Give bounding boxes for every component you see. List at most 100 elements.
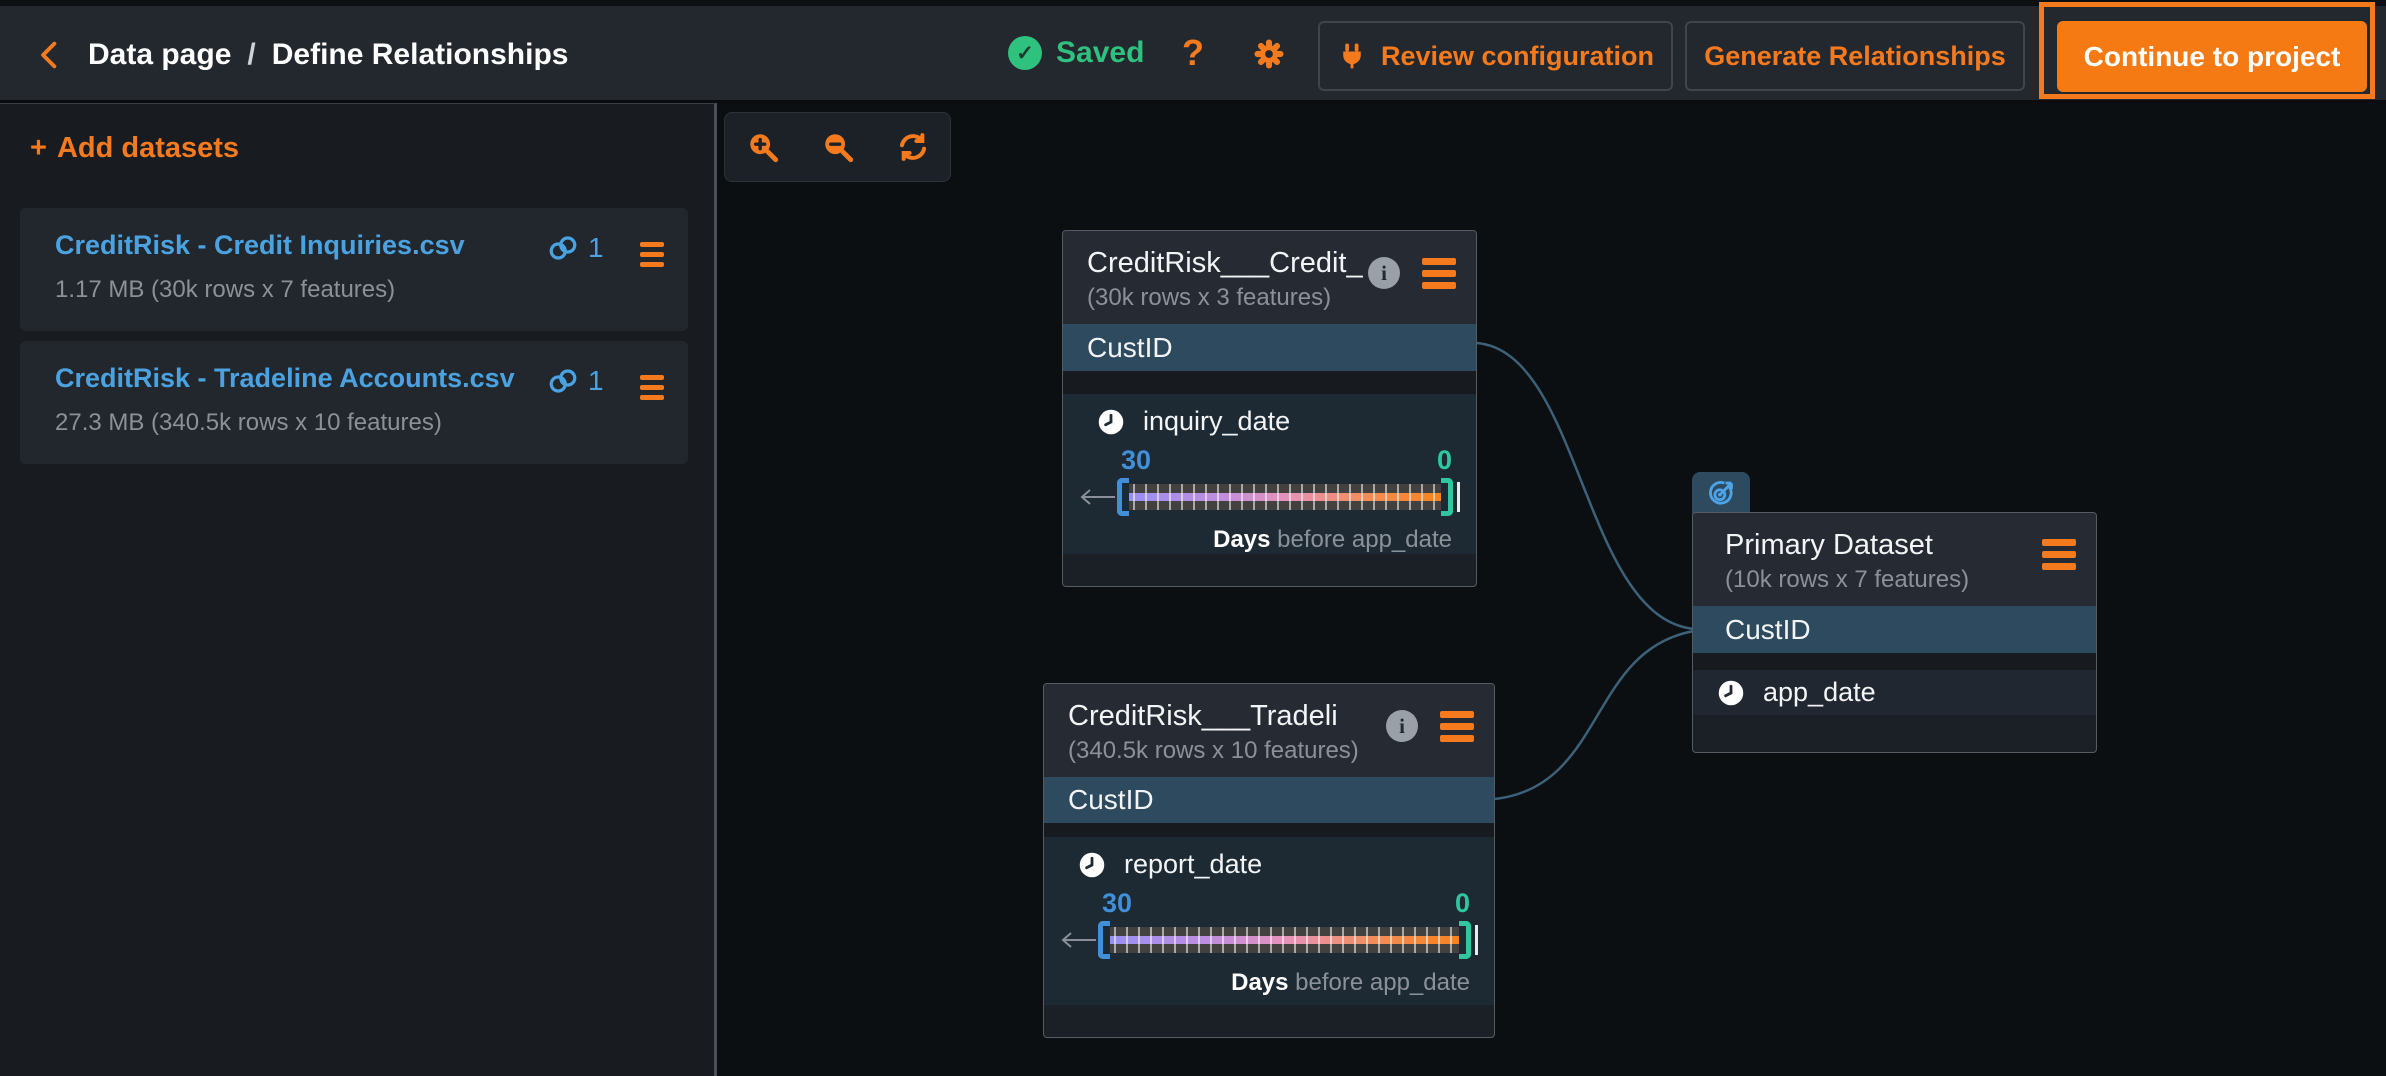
window-suffix: before app_date: [1277, 526, 1452, 553]
window-start-value: 30: [1102, 888, 1132, 919]
refresh-icon[interactable]: [896, 130, 930, 164]
clock-icon: [1097, 408, 1125, 436]
dataset-card-tradeline-accounts[interactable]: CreditRisk - Tradeline Accounts.csv 27.3…: [20, 341, 688, 464]
save-status: ✓ Saved: [1008, 36, 1144, 70]
node-tradeline-accounts[interactable]: CreditRisk___Tradeli (340.5k rows x 10 f…: [1043, 683, 1495, 1038]
window-suffix: before app_date: [1295, 969, 1470, 996]
add-datasets-button[interactable]: + Add datasets: [30, 132, 239, 165]
dataset-card-credit-inquiries[interactable]: CreditRisk - Credit Inquiries.csv 1.17 M…: [20, 208, 688, 331]
join-key-row[interactable]: CustID: [1693, 606, 2096, 653]
breadcrumb-separator: /: [247, 38, 255, 72]
dataset-menu-icon[interactable]: [640, 242, 664, 267]
slider-end-cap: [1475, 925, 1478, 955]
node-footer: [1044, 1005, 1494, 1037]
node-menu-icon[interactable]: [1440, 711, 1474, 742]
time-window-slider: [1058, 921, 1478, 959]
node-subtitle: (10k rows x 7 features): [1725, 566, 2076, 594]
breadcrumb-section[interactable]: Data page: [88, 38, 231, 72]
node-footer: [1063, 554, 1476, 586]
info-icon[interactable]: i: [1368, 257, 1400, 289]
plug-icon: [1337, 41, 1367, 71]
node-menu-icon[interactable]: [1422, 258, 1456, 289]
slider-start-handle[interactable]: [1098, 921, 1110, 959]
node-gap: [1693, 653, 2096, 670]
target-icon: [1704, 476, 1738, 510]
node-header: Primary Dataset (10k rows x 7 features): [1693, 513, 2096, 606]
window-caption: Days before app_date: [1058, 969, 1470, 997]
node-gap: [1063, 371, 1476, 394]
back-chevron-icon[interactable]: [34, 38, 68, 72]
join-key-label: CustID: [1725, 614, 1811, 646]
slider-end-handle[interactable]: [1459, 921, 1471, 959]
help-icon[interactable]: ?: [1182, 32, 1204, 74]
page-title: Define Relationships: [272, 38, 569, 72]
datasets-sidebar: + Add datasets CreditRisk - Credit Inqui…: [0, 103, 717, 1076]
node-footer: [1693, 715, 2096, 752]
review-configuration-button[interactable]: Review configuration: [1318, 21, 1673, 91]
plus-icon: +: [30, 132, 47, 165]
zoom-out-icon[interactable]: [821, 130, 855, 164]
window-end-value: 0: [1437, 445, 1452, 476]
date-field-label: report_date: [1124, 849, 1262, 880]
date-field-label: inquiry_date: [1143, 406, 1290, 437]
continue-to-project-label: Continue to project: [2084, 41, 2341, 73]
dataset-meta: 1.17 MB (30k rows x 7 features): [55, 276, 395, 304]
node-gap: [1044, 823, 1494, 837]
node-title: Primary Dataset: [1725, 529, 2076, 562]
define-relationships-page: Data page / Define Relationships ✓ Saved…: [0, 0, 2386, 1076]
link-count-badge: 1: [548, 365, 604, 397]
window-end-value: 0: [1455, 888, 1470, 919]
time-window-slider: [1077, 478, 1460, 516]
chain-link-icon: [548, 234, 578, 262]
link-count-badge: 1: [548, 232, 604, 264]
generate-relationships-button[interactable]: Generate Relationships: [1685, 21, 2025, 91]
dataset-menu-icon[interactable]: [640, 375, 664, 400]
clock-icon: [1717, 679, 1745, 707]
review-configuration-label: Review configuration: [1381, 41, 1654, 72]
time-window-section: inquiry_date 30 0 Days before app_date: [1063, 394, 1476, 554]
join-key-label: CustID: [1087, 332, 1173, 364]
top-header: Data page / Define Relationships ✓ Saved…: [0, 0, 2386, 103]
dataset-name-link[interactable]: CreditRisk - Credit Inquiries.csv: [55, 230, 465, 261]
join-key-label: CustID: [1068, 784, 1154, 816]
node-menu-icon[interactable]: [2042, 539, 2076, 570]
arrow-left-icon: [1077, 485, 1117, 509]
dataset-name-link[interactable]: CreditRisk - Tradeline Accounts.csv: [55, 363, 515, 394]
window-caption: Days before app_date: [1077, 526, 1452, 554]
arrow-left-icon: [1058, 928, 1098, 952]
check-circle-icon: ✓: [1008, 36, 1042, 70]
gear-icon[interactable]: [1253, 38, 1285, 75]
slider-start-handle[interactable]: [1117, 478, 1129, 516]
window-unit: Days: [1231, 969, 1288, 996]
save-status-label: Saved: [1056, 36, 1144, 70]
date-field-label: app_date: [1763, 677, 1876, 708]
time-window-section: report_date 30 0 Days before app_date: [1044, 837, 1494, 1005]
link-count: 1: [588, 365, 604, 397]
zoom-in-icon[interactable]: [746, 130, 780, 164]
node-header: CreditRisk___Credit_ (30k rows x 3 featu…: [1063, 231, 1476, 324]
clock-icon: [1078, 851, 1106, 879]
slider-track: [1110, 927, 1459, 953]
info-icon[interactable]: i: [1386, 710, 1418, 742]
canvas-toolbar: [724, 112, 951, 182]
window-start-value: 30: [1121, 445, 1151, 476]
continue-to-project-button[interactable]: Continue to project: [2057, 21, 2367, 92]
link-count: 1: [588, 232, 604, 264]
breadcrumb: Data page / Define Relationships: [88, 38, 568, 72]
continue-highlight-box: Continue to project: [2039, 2, 2375, 99]
slider-end-cap: [1457, 482, 1460, 512]
chain-link-icon: [548, 367, 578, 395]
date-feature-row[interactable]: app_date: [1693, 670, 2096, 715]
node-credit-inquiries[interactable]: CreditRisk___Credit_ (30k rows x 3 featu…: [1062, 230, 1477, 587]
node-primary-dataset[interactable]: Primary Dataset (10k rows x 7 features) …: [1692, 512, 2097, 753]
slider-end-handle[interactable]: [1441, 478, 1453, 516]
add-datasets-label: Add datasets: [57, 132, 239, 165]
window-unit: Days: [1213, 526, 1270, 553]
join-key-row[interactable]: CustID: [1044, 777, 1494, 823]
node-header: CreditRisk___Tradeli (340.5k rows x 10 f…: [1044, 684, 1494, 777]
generate-relationships-label: Generate Relationships: [1704, 41, 2006, 72]
slider-track: [1129, 484, 1441, 510]
join-key-row[interactable]: CustID: [1063, 324, 1476, 371]
dataset-meta: 27.3 MB (340.5k rows x 10 features): [55, 409, 442, 437]
primary-target-badge: [1692, 472, 1750, 514]
